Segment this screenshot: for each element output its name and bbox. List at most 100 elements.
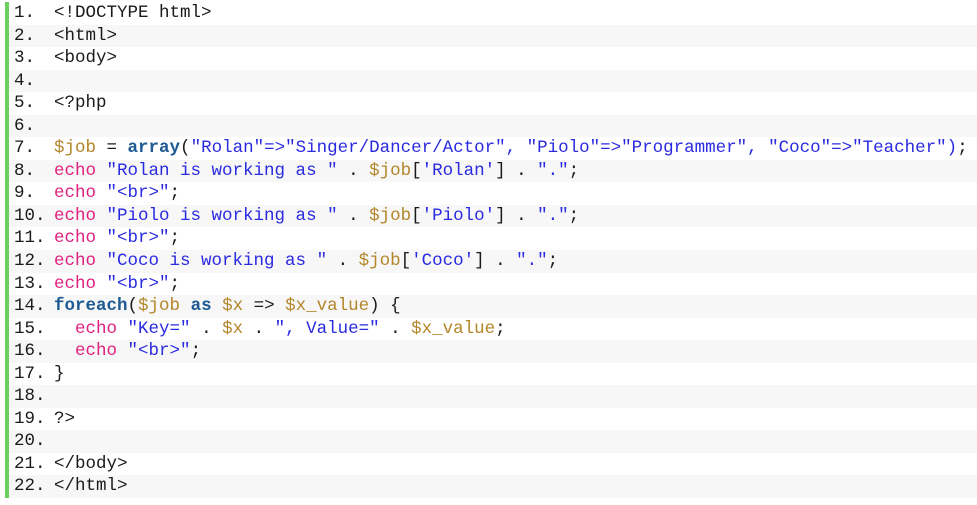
code-line: 2. <html> — [9, 24, 977, 48]
code-keyword-echo: echo — [54, 205, 97, 226]
code-line: 20. — [9, 430, 977, 453]
code-line: 16. echo "<br>"; — [9, 340, 977, 363]
code-punctuation — [117, 319, 128, 339]
code-punctuation — [96, 274, 107, 294]
code-punctuation: ; — [568, 205, 580, 226]
line-number: 22. — [14, 476, 46, 497]
code-punctuation — [212, 296, 223, 316]
code-string: 'Coco' — [411, 251, 475, 272]
code-variable: $job — [369, 205, 412, 226]
code-variable: $x_value — [285, 296, 370, 317]
code-string: "." — [537, 205, 569, 226]
code-string: 'Rolan' — [421, 160, 496, 181]
code-keyword-echo: echo — [75, 341, 118, 362]
code-punctuation: ] . — [495, 205, 538, 226]
code-punctuation: ( — [127, 296, 139, 317]
line-number: 21. — [14, 453, 46, 474]
line-number: 20. — [14, 431, 46, 452]
code-variable: $job — [369, 160, 412, 181]
code-line: 19. ?> — [9, 408, 977, 431]
line-number: 16. — [14, 341, 46, 362]
line-number: 11. — [14, 228, 46, 249]
code-keyword-echo: echo — [54, 183, 97, 204]
code-string: "Piolo is working as " — [106, 205, 338, 226]
code-punctuation: } — [54, 363, 65, 384]
code-punctuation — [96, 183, 107, 203]
code-punctuation: ; — [957, 138, 968, 159]
line-number: 10. — [14, 205, 46, 226]
code-punctuation: <html> — [54, 25, 118, 46]
code-punctuation: => — [243, 296, 286, 317]
line-number: 17. — [14, 363, 46, 384]
code-string: "<br>" — [106, 273, 170, 294]
code-punctuation: . — [337, 205, 370, 226]
code-line: 8. echo "Rolan is working as " . $job['Ro… — [9, 159, 977, 183]
line-number: 4. — [14, 70, 36, 91]
code-punctuation — [96, 251, 107, 271]
code-keyword-echo: echo — [54, 228, 97, 249]
code-keyword-echo: echo — [54, 160, 97, 181]
code-punctuation: ; — [495, 318, 506, 339]
code-punctuation — [96, 206, 107, 226]
code-punctuation: . — [327, 251, 359, 272]
line-number: 14. — [14, 296, 46, 317]
code-string: "<br>" — [127, 341, 191, 362]
code-string: "Rolan is working as " — [106, 160, 338, 181]
code-punctuation: </html> — [54, 476, 128, 497]
code-string: "Coco is working as " — [106, 251, 328, 272]
code-punctuation — [96, 228, 107, 248]
code-line: 22. </html> — [9, 475, 977, 499]
line-number: 3. — [14, 48, 36, 69]
code-keyword: foreach — [54, 296, 128, 317]
code-punctuation: . — [379, 318, 412, 339]
code-line: 15. echo "Key=" . $x . ", Value=" . $x_v… — [9, 318, 977, 341]
code-punctuation: ; — [169, 228, 181, 249]
code-line: 10. echo "Piolo is working as " . $job['P… — [9, 204, 977, 228]
code-punctuation: [ — [400, 251, 412, 272]
code-punctuation: ) { — [369, 296, 401, 317]
code-punctuation: = — [96, 138, 128, 159]
code-punctuation: ( — [180, 138, 191, 159]
code-punctuation: [ — [411, 160, 422, 181]
code-punctuation: <!DOCTYPE html> — [54, 3, 212, 23]
code-string: "Key=" — [127, 318, 191, 339]
code-punctuation: . — [337, 160, 370, 181]
code-string: "." — [516, 251, 548, 272]
code-punctuation: . — [243, 318, 275, 339]
code-punctuation: ; — [169, 183, 181, 204]
code-line: 11. echo "<br>"; — [9, 227, 977, 250]
code-string: "<br>" — [106, 183, 170, 204]
code-punctuation: . — [190, 318, 223, 339]
code-punctuation — [54, 319, 75, 339]
line-number: 12. — [14, 251, 46, 272]
code-variable: $job — [358, 251, 401, 272]
code-punctuation — [117, 341, 128, 361]
code-variable: $job — [54, 138, 97, 159]
code-punctuation: ; — [568, 160, 580, 181]
line-number: 2. — [14, 25, 36, 46]
code-variable: $x — [222, 318, 244, 339]
code-punctuation: ; — [547, 251, 559, 272]
code-string: "." — [537, 160, 569, 181]
code-line: 18. — [9, 385, 977, 408]
line-number: 5. — [14, 93, 36, 114]
code-keyword: as — [190, 296, 212, 317]
line-number: 1. — [14, 3, 36, 23]
code-line: 21. </body> — [9, 453, 977, 476]
line-number: 15. — [14, 318, 46, 339]
code-string: "<br>" — [106, 228, 170, 249]
code-line: 14. foreach($job as $x => $x_value) { — [9, 295, 977, 318]
code-punctuation — [180, 296, 191, 316]
code-punctuation: [ — [411, 205, 422, 226]
code-line: 1. <!DOCTYPE html> — [9, 2, 977, 25]
code-variable: $x_value — [411, 318, 496, 339]
code-punctuation — [54, 341, 75, 361]
code-variable: $x — [222, 296, 244, 317]
code-line: 5. <?php — [9, 92, 977, 115]
code-string: 'Piolo' — [421, 205, 496, 226]
code-keyword-echo: echo — [54, 273, 97, 294]
code-punctuation: <body> — [54, 48, 118, 69]
code-line: 9. echo "<br>"; — [9, 182, 977, 205]
code-line: 12. echo "Coco is working as " . $job['Co… — [9, 250, 977, 273]
code-punctuation: ; — [169, 273, 181, 294]
